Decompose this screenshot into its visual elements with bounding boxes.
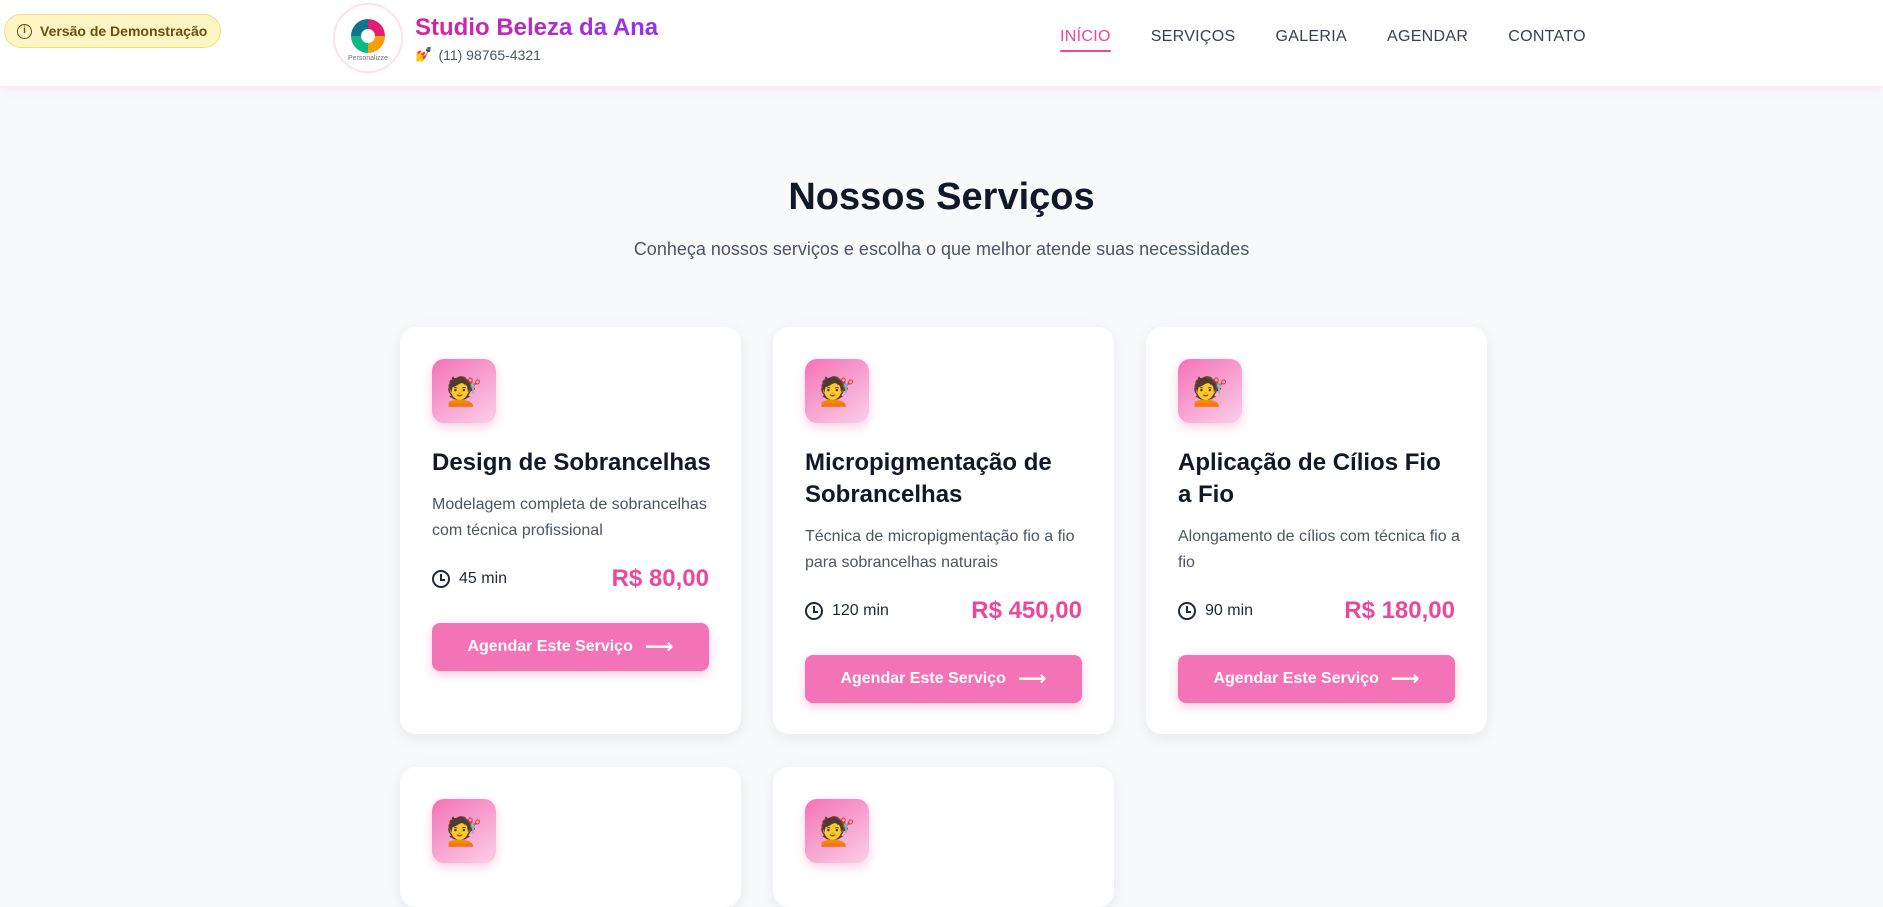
arrow-right-icon: ⟶ [1017,668,1047,690]
nail-polish-icon: 💅 [415,46,433,62]
hairdresser-icon: 💇 [805,799,869,863]
service-card: 💇 Aplicação de Cílios Fio a Fio Alongame… [1146,327,1487,734]
service-title: Micropigmentação de Sobrancelhas [805,449,1052,508]
service-meta: 90 min R$ 180,00 [1178,597,1455,625]
book-button-label: Agendar Este Serviço [840,670,1006,687]
service-duration: 90 min [1178,602,1253,620]
book-button-label: Agendar Este Serviço [1213,670,1379,687]
phone-number: (11) 98765-4321 [438,46,541,63]
arrow-right-icon: ⟶ [644,636,674,658]
book-service-button[interactable]: Agendar Este Serviço ⟶ [805,655,1082,703]
demo-badge-label: Versão de Demonstração [40,23,208,39]
info-icon: i [17,23,32,39]
service-duration: 45 min [432,570,507,588]
hairdresser-icon: 💇 [805,359,869,423]
nav-item-galeria[interactable]: GALERIA [1276,28,1347,52]
service-title: Aplicação de Cílios Fio a Fio [1178,449,1441,508]
service-meta: 45 min R$ 80,00 [432,565,709,593]
service-description: Modelagem completa de sobrancelhas com t… [432,496,707,539]
section-subtitle: Conheça nossos serviços e escolha o que … [633,239,1250,259]
duration-value: 45 min [459,570,508,587]
clock-icon [432,570,450,588]
service-price: R$ 450,00 [971,597,1082,624]
clock-icon [805,602,823,620]
book-service-button[interactable]: Agendar Este Serviço ⟶ [432,623,709,671]
service-meta: 120 min R$ 450,00 [805,597,1082,625]
brand-phone: 💅 (11) 98765-4321 [415,46,658,63]
nav-item-inicio[interactable]: INÍCIO [1060,28,1111,52]
demo-version-badge: i Versão de Demonstração [4,14,222,48]
service-title: Design de Sobrancelhas [432,449,711,476]
book-button-label: Agendar Este Serviço [467,638,633,655]
site-logo[interactable]: Personalizze [333,3,403,73]
section-title: Nossos Serviços [788,176,1095,218]
service-price: R$ 80,00 [611,565,709,592]
arrow-right-icon: ⟶ [1390,668,1420,690]
service-description: Técnica de micropigmentação fio a fio pa… [805,528,1075,571]
service-description: Alongamento de cílios com técnica fio a … [1178,528,1460,571]
service-card: 💇 [400,767,741,907]
service-card: 💇 Micropigmentação de Sobrancelhas Técni… [773,327,1114,734]
nav-item-agendar[interactable]: AGENDAR [1387,28,1468,52]
brand: Studio Beleza da Ana 💅 (11) 98765-4321 [415,14,658,63]
service-card: 💇 Design de Sobrancelhas Modelagem compl… [400,327,741,734]
nav-item-contato[interactable]: CONTATO [1508,28,1586,52]
hairdresser-icon: 💇 [432,359,496,423]
hairdresser-icon: 💇 [432,799,496,863]
logo-mark [351,18,385,53]
logo-text: Personalizze [347,54,389,62]
service-price: R$ 180,00 [1344,597,1455,624]
duration-value: 120 min [832,602,889,619]
site-header: i Versão de Demonstração Personalizze St… [0,0,1883,86]
nav-item-servicos[interactable]: SERVIÇOS [1151,28,1236,52]
main-nav: INÍCIO SERVIÇOS GALERIA AGENDAR CONTATO [1060,28,1586,52]
hairdresser-icon: 💇 [1178,359,1242,423]
service-duration: 120 min [805,602,889,620]
book-service-button[interactable]: Agendar Este Serviço ⟶ [1178,655,1455,703]
clock-icon [1178,602,1196,620]
service-card: 💇 [773,767,1114,907]
duration-value: 90 min [1205,602,1254,619]
brand-name[interactable]: Studio Beleza da Ana [415,14,658,42]
